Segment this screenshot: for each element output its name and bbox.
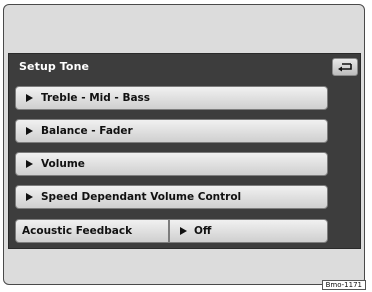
volume-button[interactable]: Volume [15,152,328,176]
menu-item-label: Balance - Fader [41,125,133,137]
return-arrow-icon [338,63,352,72]
menu-item-label: Speed Dependant Volume Control [41,191,242,203]
menu-item-label: Treble - Mid - Bass [41,92,151,104]
play-arrow-icon [26,127,33,135]
setup-tone-panel: Setup Tone Treble - Mid - Bass Balance -… [8,53,361,249]
acoustic-feedback-value: Off [194,225,212,237]
page-title: Setup Tone [19,60,90,73]
play-arrow-icon [26,94,33,102]
back-button[interactable] [332,58,358,76]
acoustic-feedback-toggle[interactable]: Off [169,219,328,243]
acoustic-feedback-row: Acoustic Feedback Off [15,219,328,243]
play-arrow-icon [26,193,33,201]
play-arrow-icon [26,160,33,168]
balance-fader-button[interactable]: Balance - Fader [15,119,328,143]
acoustic-feedback-label: Acoustic Feedback [15,219,169,243]
menu-item-label: Volume [41,158,85,170]
treble-mid-bass-button[interactable]: Treble - Mid - Bass [15,86,328,110]
speed-dependant-volume-button[interactable]: Speed Dependant Volume Control [15,185,328,209]
screen-frame: Setup Tone Treble - Mid - Bass Balance -… [3,4,365,285]
figure-reference: Bmo-1171 [321,280,366,290]
play-arrow-icon [180,227,187,235]
